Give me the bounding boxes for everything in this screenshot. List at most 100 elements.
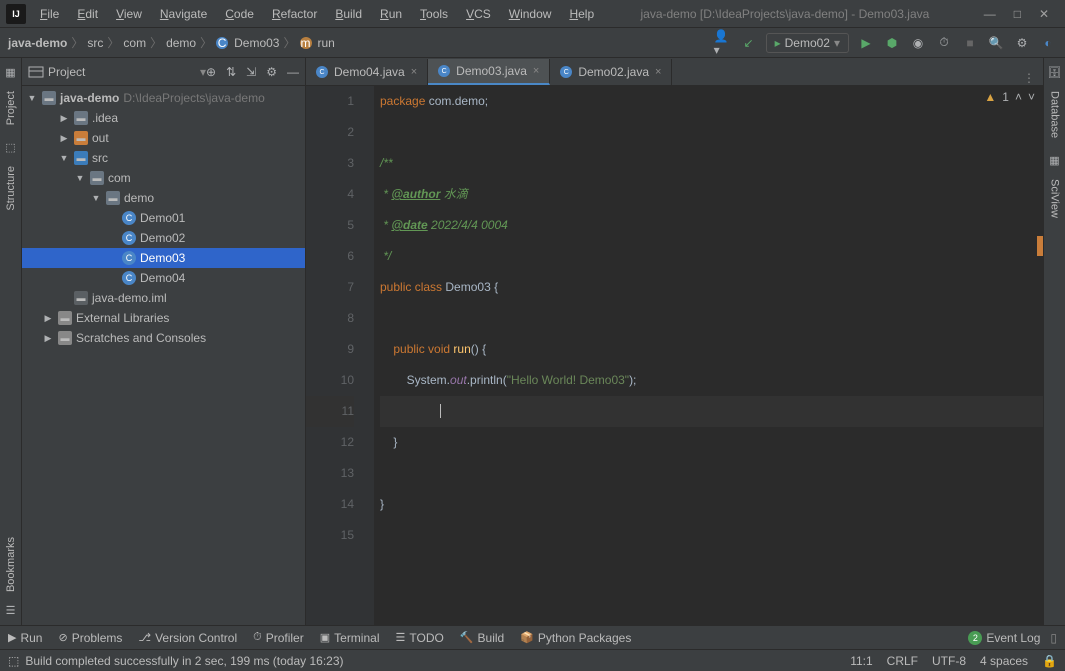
run-icon[interactable]: ▶	[857, 34, 875, 52]
sciview-tool-button[interactable]: SciView	[1049, 171, 1061, 226]
tree-item-external-libraries[interactable]: ▶▬External Libraries	[22, 308, 305, 328]
debug-icon[interactable]: ⬢	[883, 34, 901, 52]
menu-vcs[interactable]: VCS	[458, 3, 499, 25]
lib-icon: ▬	[58, 331, 72, 345]
menu-window[interactable]: Window	[501, 3, 560, 25]
menu-code[interactable]: Code	[217, 3, 262, 25]
chevron-up-icon[interactable]: ˄	[1015, 90, 1022, 104]
user-icon[interactable]: 👤▾	[714, 34, 732, 52]
tab-demo02-java[interactable]: CDemo02.java×	[550, 59, 672, 85]
breadcrumb-project[interactable]: java-demo	[8, 36, 67, 50]
bookmarks-tool-icon[interactable]: ☰	[6, 604, 16, 617]
maximize-icon[interactable]: □	[1014, 7, 1021, 21]
indent-widget[interactable]: 4 spaces	[980, 654, 1028, 668]
gear-icon[interactable]: ⚙	[1013, 34, 1031, 52]
menu-help[interactable]: Help	[561, 3, 602, 25]
tab-demo04-java[interactable]: CDemo04.java×	[306, 59, 428, 85]
project-tree[interactable]: ▼ ▬ java-demo D:\IdeaProjects\java-demo …	[22, 86, 305, 625]
build-icon[interactable]: ↙	[740, 34, 758, 52]
close-tab-icon[interactable]: ×	[655, 66, 661, 78]
panel-gear-icon[interactable]: ⚙	[266, 65, 277, 79]
database-tool-icon[interactable]: 🗄	[1048, 66, 1062, 79]
class-icon: C	[560, 66, 572, 78]
close-tab-icon[interactable]: ×	[411, 66, 417, 78]
code[interactable]: package com.demo; /** * @author 水滴 * @da…	[374, 86, 1043, 625]
editor[interactable]: 123456789101112131415 package com.demo; …	[306, 86, 1043, 625]
menu-refactor[interactable]: Refactor	[264, 3, 325, 25]
tool-todo[interactable]: ☰TODO	[396, 631, 444, 645]
search-icon[interactable]: 🔍	[987, 34, 1005, 52]
file-icon: ▬	[74, 291, 88, 305]
bookmarks-tool-button[interactable]: Bookmarks	[5, 529, 17, 600]
tree-item-src[interactable]: ▼▬src	[22, 148, 305, 168]
tree-item-out[interactable]: ▶▬out	[22, 128, 305, 148]
breadcrumb-part[interactable]: demo	[166, 36, 196, 50]
tool-terminal[interactable]: ▣Terminal	[320, 631, 380, 645]
inspection-widget[interactable]: ▲ 1 ˄ ˅	[984, 90, 1035, 104]
tree-item-demo01[interactable]: CDemo01	[22, 208, 305, 228]
chevron-down-icon[interactable]: ˅	[1028, 90, 1035, 104]
line-separator[interactable]: CRLF	[887, 654, 918, 668]
tree-item-scratches-and-consoles[interactable]: ▶▬Scratches and Consoles	[22, 328, 305, 348]
breadcrumb[interactable]: java-demo 〉src 〉com 〉demo 〉CDemo03 〉mrun	[8, 34, 714, 51]
stop-icon[interactable]: ■	[961, 34, 979, 52]
event-log-button[interactable]: 2Event Log	[968, 631, 1040, 645]
menu-navigate[interactable]: Navigate	[152, 3, 215, 25]
close-icon[interactable]: ✕	[1039, 7, 1049, 21]
class-icon: C	[122, 271, 136, 285]
tab-demo03-java[interactable]: CDemo03.java×	[428, 59, 550, 85]
tool-label: Build	[478, 631, 505, 645]
breadcrumb-class[interactable]: Demo03	[234, 36, 279, 50]
tool-problems[interactable]: ⊘Problems	[58, 631, 122, 645]
menu-view[interactable]: View	[108, 3, 150, 25]
tabs-menu-icon[interactable]: ⋮	[1023, 71, 1035, 85]
select-file-icon[interactable]: ⊕	[206, 65, 216, 79]
tool-run[interactable]: ▶Run	[8, 631, 42, 645]
structure-tool-button[interactable]: Structure	[5, 158, 17, 219]
tree-item-demo[interactable]: ▼▬demo	[22, 188, 305, 208]
error-stripe-mark[interactable]	[1037, 236, 1043, 256]
project-tool-icon[interactable]: ▦	[5, 66, 15, 79]
lock-icon[interactable]: 🔒	[1042, 654, 1057, 668]
mem-icon[interactable]: ▯	[1050, 631, 1057, 645]
gutter[interactable]: 123456789101112131415	[306, 86, 374, 625]
run-config-selector[interactable]: ▸Demo02▾	[766, 33, 849, 53]
panel-hide-icon[interactable]: —	[287, 65, 299, 79]
tree-item--idea[interactable]: ▶▬.idea	[22, 108, 305, 128]
menu-tools[interactable]: Tools	[412, 3, 456, 25]
menu-file[interactable]: File	[32, 3, 67, 25]
menu-edit[interactable]: Edit	[69, 3, 106, 25]
database-tool-button[interactable]: Database	[1049, 83, 1061, 146]
structure-tool-icon[interactable]: ⬚	[5, 141, 15, 154]
folder-icon: ▬	[106, 191, 120, 205]
tree-item-demo02[interactable]: CDemo02	[22, 228, 305, 248]
tree-item-com[interactable]: ▼▬com	[22, 168, 305, 188]
tree-root[interactable]: ▼ ▬ java-demo D:\IdeaProjects\java-demo	[22, 88, 305, 108]
coverage-icon[interactable]: ◉	[909, 34, 927, 52]
caret-position[interactable]: 11:1	[850, 654, 872, 668]
breadcrumb-method[interactable]: run	[318, 36, 335, 50]
tree-item-demo03[interactable]: CDemo03	[22, 248, 305, 268]
file-encoding[interactable]: UTF-8	[932, 654, 966, 668]
project-tool-button[interactable]: Project	[5, 83, 17, 133]
tool-build[interactable]: 🔨Build	[460, 631, 504, 645]
tool-version-control[interactable]: ⎇Version Control	[138, 631, 237, 645]
expand-icon[interactable]: ⇅	[226, 65, 236, 79]
collapse-icon[interactable]: ⇲	[246, 65, 256, 79]
tool-profiler[interactable]: ⏱Profiler	[253, 631, 304, 645]
breadcrumb-part[interactable]: src	[87, 36, 103, 50]
profile-icon[interactable]: ⏱	[935, 34, 953, 52]
tree-item-demo04[interactable]: CDemo04	[22, 268, 305, 288]
menu-build[interactable]: Build	[327, 3, 370, 25]
tree-label: Demo02	[140, 231, 185, 245]
panel-title[interactable]: Project	[48, 65, 200, 79]
tree-item-java-demo-iml[interactable]: ▬java-demo.iml	[22, 288, 305, 308]
tool-python-packages[interactable]: 📦Python Packages	[520, 631, 631, 645]
close-tab-icon[interactable]: ×	[533, 65, 539, 77]
menu-run[interactable]: Run	[372, 3, 410, 25]
breadcrumb-part[interactable]: com	[123, 36, 146, 50]
sciview-tool-icon[interactable]: ▦	[1049, 154, 1059, 167]
class-icon: C	[122, 211, 136, 225]
minimize-icon[interactable]: —	[984, 7, 996, 21]
plugins-icon[interactable]: ◐	[1039, 34, 1057, 52]
